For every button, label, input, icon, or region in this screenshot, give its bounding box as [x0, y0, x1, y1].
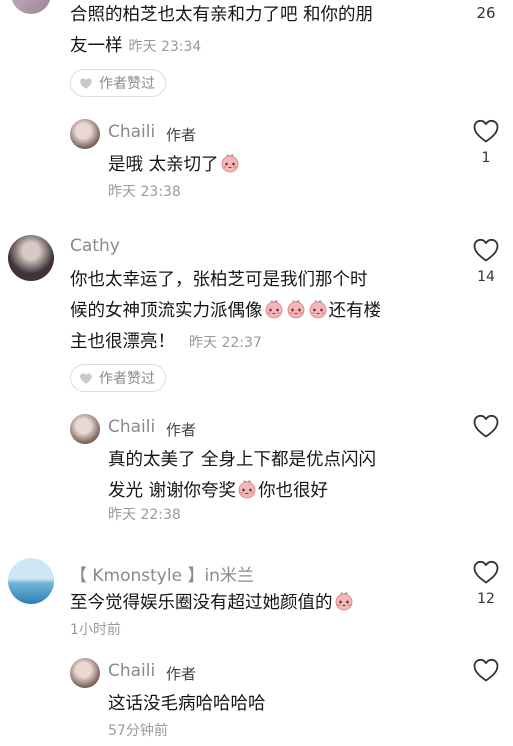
like-count: 1 [481, 150, 491, 166]
like-button[interactable]: 12 [466, 559, 506, 607]
heart-outline-icon [472, 559, 500, 585]
author-tag: 作者 [166, 665, 197, 683]
author-tag: 作者 [166, 126, 197, 144]
heart-filled-icon [79, 77, 93, 90]
comment-author-name[interactable]: Cathy [70, 236, 120, 256]
comment-text: 至今觉得娱乐圈没有超过她颜值的 [70, 588, 355, 619]
reply-text: 真的太美了 全身上下都是优点闪闪 发光 谢谢你夸奖 你也很好 [108, 450, 377, 501]
peach-face-emoji [308, 299, 328, 319]
like-button[interactable]: 1 [466, 118, 506, 166]
peach-face-emoji [264, 299, 284, 319]
like-button[interactable]: 26 [466, 4, 506, 22]
avatar[interactable] [8, 235, 54, 281]
avatar[interactable] [70, 414, 100, 444]
author-liked-badge: 作者赞过 [70, 69, 166, 97]
comment-time: 昨天 23:34 [128, 39, 202, 55]
avatar[interactable] [8, 558, 54, 604]
heart-outline-icon [472, 413, 500, 439]
reply-time: 昨天 22:38 [108, 507, 181, 523]
comment-text: 合照的柏芝也太有亲和力了吧 和你的朋 友一样 昨天 23:34 [70, 5, 374, 56]
like-count: 26 [476, 4, 496, 22]
avatar[interactable] [70, 119, 100, 149]
reply-time: 57分钟前 [108, 723, 168, 739]
peach-face-emoji [220, 153, 240, 173]
avatar[interactable] [70, 658, 100, 688]
comment-author-name[interactable]: 【 Kmonstyle 】in米兰 [70, 561, 254, 586]
peach-face-emoji [334, 591, 354, 611]
reply-author-name[interactable]: Chaili [108, 122, 155, 142]
author-tag: 作者 [166, 421, 197, 439]
heart-outline-icon [472, 657, 500, 683]
reply-text: 这话没毛病哈哈哈哈 [108, 694, 266, 714]
like-button[interactable] [466, 657, 506, 687]
like-button[interactable] [466, 413, 506, 443]
like-button[interactable]: 14 [466, 237, 506, 285]
comment-time: 昨天 22:37 [189, 335, 262, 351]
reply-author-name[interactable]: Chaili [108, 661, 155, 681]
heart-outline-icon [472, 118, 500, 144]
comment-text: 你也太幸运了，张柏芝可是我们那个时 候的女神顶流实力派偶像 还有楼 主也很漂亮！昨… [70, 270, 381, 352]
reply-text: 是哦 太亲切了 [108, 150, 241, 181]
avatar[interactable] [11, 0, 51, 14]
like-count: 12 [477, 591, 495, 607]
comment-time: 1小时前 [70, 622, 121, 638]
heart-filled-icon [79, 372, 93, 385]
reply-time: 昨天 23:38 [108, 184, 181, 200]
author-liked-badge: 作者赞过 [70, 364, 166, 392]
reply-author-name[interactable]: Chaili [108, 417, 155, 437]
peach-face-emoji [237, 479, 257, 499]
peach-face-emoji [286, 299, 306, 319]
heart-outline-icon [472, 237, 500, 263]
like-count: 14 [477, 269, 495, 285]
